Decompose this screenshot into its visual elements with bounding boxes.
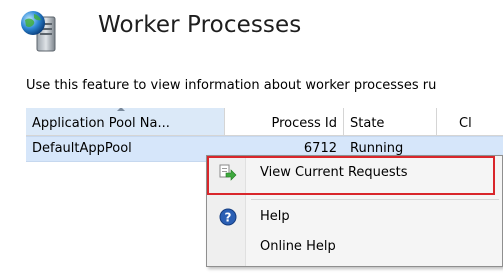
menu-item-label: View Current Requests xyxy=(260,165,408,180)
menu-item-help[interactable]: ? Help xyxy=(209,202,500,232)
table-header: Application Pool Na... Process Id State … xyxy=(26,108,503,136)
cell-app-pool: DefaultAppPool xyxy=(32,141,132,156)
server-globe-icon xyxy=(21,11,56,52)
menu-item-online-help[interactable]: Online Help xyxy=(209,232,500,262)
svg-text:?: ? xyxy=(225,211,232,225)
column-header-cpu[interactable]: Cl xyxy=(437,108,503,135)
view-requests-icon xyxy=(219,164,237,181)
page-title: Worker Processes xyxy=(98,12,302,38)
feature-description: Use this feature to view information abo… xyxy=(26,78,437,93)
menu-item-view-current-requests[interactable]: View Current Requests xyxy=(209,158,500,188)
menu-separator xyxy=(251,199,499,200)
menu-item-label: Help xyxy=(260,209,290,224)
column-header-process-id[interactable]: Process Id xyxy=(225,108,343,135)
help-icon: ? xyxy=(219,208,237,226)
column-header-label: Application Pool Na... xyxy=(32,116,170,131)
sort-ascending-icon xyxy=(117,108,125,111)
menu-item-label: Online Help xyxy=(260,239,336,254)
column-header-app-pool[interactable]: Application Pool Na... xyxy=(26,108,224,135)
column-header-state[interactable]: State xyxy=(344,108,436,135)
context-menu: View Current Requests ? Help Online Help xyxy=(206,155,503,267)
